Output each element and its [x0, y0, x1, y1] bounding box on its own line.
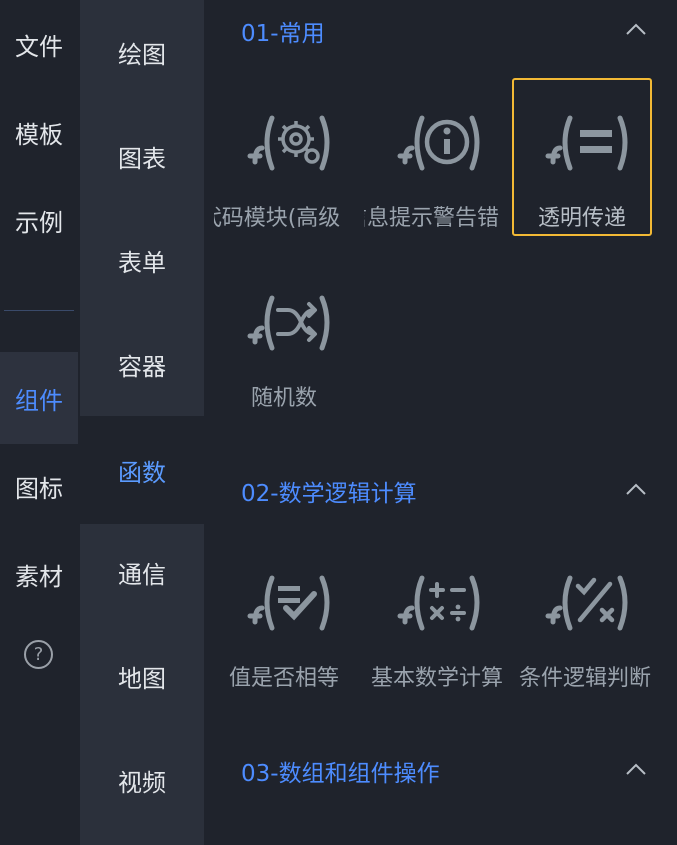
- tile-basic-math[interactable]: 基本数学计算: [364, 538, 504, 696]
- function-info-icon: [397, 115, 480, 171]
- function-equals-icon: [545, 115, 628, 171]
- function-logic-icon: [545, 575, 628, 631]
- tile-label: 透明传递: [537, 206, 626, 230]
- secondary-nav-item-functions[interactable]: 函数: [80, 416, 204, 524]
- function-shuffle-icon: [247, 295, 330, 351]
- primary-nav-item-example[interactable]: 示例: [0, 176, 78, 264]
- secondary-nav-item-maps[interactable]: 地图: [80, 624, 204, 728]
- section-title-math-logic[interactable]: 02-数学逻辑计算: [241, 474, 417, 508]
- tile-label: 基本数学计算: [370, 666, 503, 690]
- tile-code-module[interactable]: 代码模块(高级: [214, 78, 354, 236]
- secondary-nav-item-video[interactable]: 视频: [80, 728, 204, 832]
- tile-random-number[interactable]: 随机数: [214, 258, 354, 416]
- function-gear-icon: [247, 115, 330, 171]
- nav-divider: [4, 310, 74, 311]
- tile-label: 代码模块(高级: [214, 206, 341, 230]
- tile-values-equal[interactable]: 值是否相等: [214, 538, 354, 696]
- help-icon[interactable]: ?: [24, 640, 53, 669]
- primary-nav-item-assets[interactable]: 素材: [0, 530, 78, 618]
- tile-label: 值是否相等: [228, 666, 339, 690]
- function-arithmetic-icon: [397, 575, 480, 631]
- secondary-nav-item-drawing[interactable]: 绘图: [80, 0, 204, 104]
- section-title-array-component[interactable]: 03-数组和组件操作: [241, 754, 440, 788]
- tile-info-alert[interactable]: 信息提示警告错: [364, 78, 504, 236]
- primary-nav-item-icons[interactable]: 图标: [0, 442, 78, 530]
- secondary-nav-item-forms[interactable]: 表单: [80, 208, 204, 312]
- chevron-up-icon[interactable]: [624, 478, 648, 502]
- primary-nav-item-file[interactable]: 文件: [0, 0, 78, 88]
- function-compare-icon: [247, 575, 330, 631]
- chevron-up-icon[interactable]: [624, 758, 648, 782]
- tile-label: 条件逻辑判断: [518, 666, 651, 690]
- secondary-nav-item-communication[interactable]: 通信: [80, 520, 204, 624]
- primary-nav-item-template[interactable]: 模板: [0, 88, 78, 176]
- primary-nav: 文件 模板 示例 组件 图标 素材 ?: [0, 0, 78, 845]
- component-panel: 01-常用 代码模块(高级 信息提示警告错: [204, 0, 677, 845]
- chevron-up-icon[interactable]: [624, 18, 648, 42]
- tile-label: 信息提示警告错: [364, 206, 499, 230]
- secondary-nav-item-containers[interactable]: 容器: [80, 312, 204, 416]
- secondary-nav-item-charts[interactable]: 图表: [80, 104, 204, 208]
- tile-transparent-pass[interactable]: 透明传递: [512, 78, 652, 236]
- primary-nav-item-components[interactable]: 组件: [0, 352, 78, 444]
- tile-label: 随机数: [250, 386, 317, 410]
- secondary-nav: 绘图 图表 表单 容器 函数 通信 地图 视频: [80, 0, 204, 845]
- section-title-common[interactable]: 01-常用: [241, 14, 325, 48]
- tile-conditional-logic[interactable]: 条件逻辑判断: [512, 538, 652, 696]
